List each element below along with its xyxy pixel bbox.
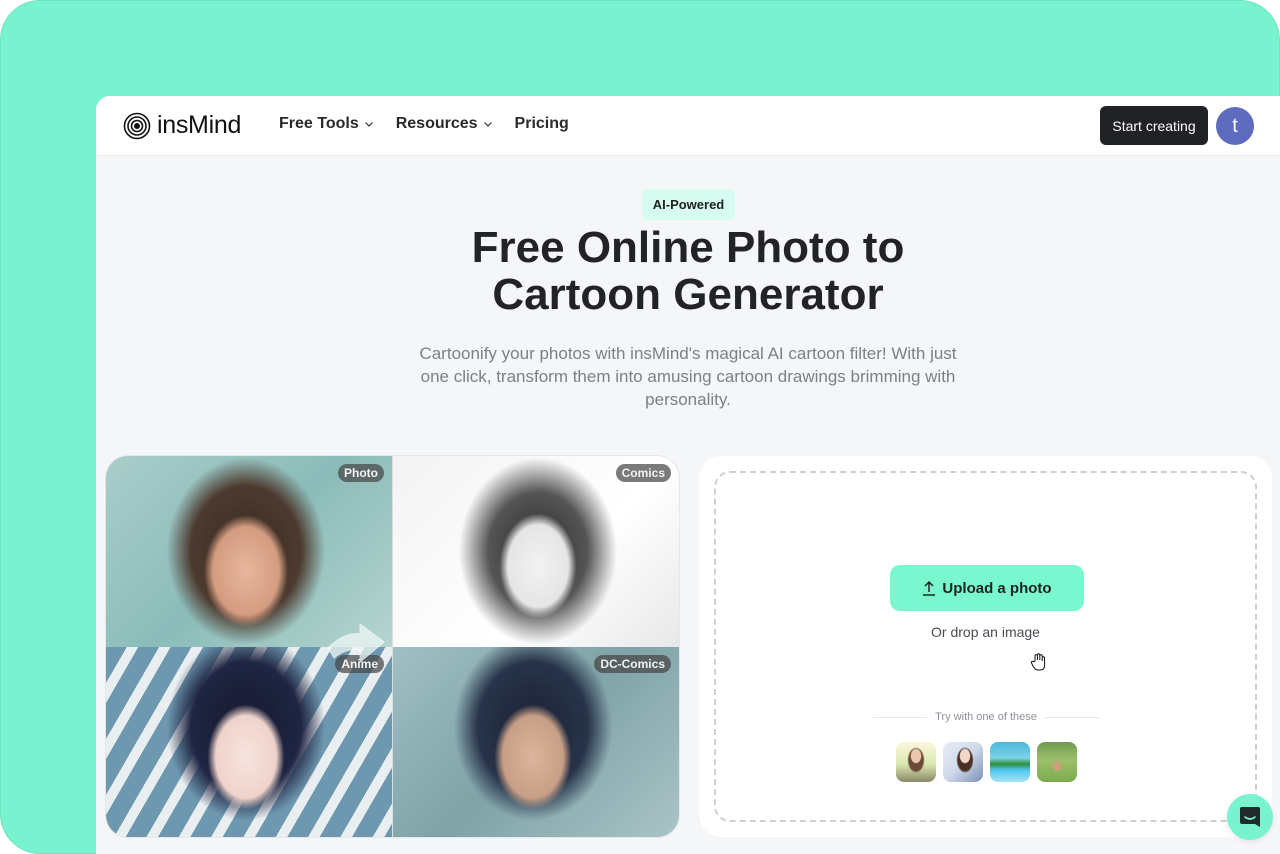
nav-resources-label: Resources	[395, 115, 478, 132]
title-line-2: Cartoon Generator	[492, 270, 884, 319]
sample-image-dog-on-grass[interactable]	[1037, 742, 1077, 782]
showcase-comics-tile: Comics	[393, 456, 679, 647]
style-showcase: Photo Comics Anime DC-Comics	[106, 456, 679, 837]
main-nav: Free Tools Resources Pricing	[279, 115, 569, 133]
drop-image-text: Or drop an image	[931, 624, 1040, 640]
showcase-anime-tile: Anime	[106, 647, 392, 837]
upload-photo-button[interactable]: Upload a photo	[890, 565, 1084, 611]
logo-text: insMind	[157, 111, 242, 139]
try-samples-row: Try with one of these	[873, 711, 1100, 723]
logo-icon	[123, 112, 151, 139]
upload-panel: Upload a photo Or drop an image Try with…	[699, 456, 1272, 837]
browser-viewport: insMind Free Tools Resources Pricing Sta…	[96, 96, 1280, 854]
sample-image-woman-in-field[interactable]	[896, 742, 936, 782]
sample-image-woman-sitting[interactable]	[943, 742, 983, 782]
tile-label: Comics	[615, 464, 671, 482]
chevron-down-icon	[364, 122, 373, 127]
tile-label: Photo	[338, 464, 384, 482]
nav-pricing[interactable]: Pricing	[515, 115, 569, 133]
site-header: insMind Free Tools Resources Pricing Sta…	[96, 96, 1280, 156]
transform-arrow-icon	[327, 623, 385, 664]
tile-label: DC-Comics	[594, 655, 671, 673]
logo[interactable]: insMind	[123, 111, 241, 140]
chevron-down-icon	[483, 122, 492, 127]
try-samples-text: Try with one of these	[935, 711, 1037, 723]
upload-icon	[923, 580, 936, 596]
page-title: Free Online Photo to Cartoon Generator	[96, 224, 1280, 318]
nav-free-tools[interactable]: Free Tools	[279, 115, 374, 133]
ai-powered-badge: AI-Powered	[642, 189, 735, 220]
sample-images	[896, 742, 1077, 782]
chat-support-button[interactable]	[1227, 794, 1273, 840]
hero-subtitle: Cartoonify your photos with insMind's ma…	[419, 344, 957, 409]
hand-cursor-icon	[1030, 653, 1046, 671]
title-line-1: Free Online Photo to	[471, 223, 905, 272]
nav-resources[interactable]: Resources	[396, 115, 493, 133]
nav-pricing-label: Pricing	[514, 115, 569, 132]
upload-photo-label: Upload a photo	[942, 579, 1052, 597]
chat-icon	[1240, 807, 1260, 827]
divider	[1044, 716, 1100, 718]
sample-image-pool-resort[interactable]	[990, 742, 1030, 782]
user-avatar[interactable]: t	[1216, 107, 1254, 145]
nav-free-tools-label: Free Tools	[279, 115, 359, 132]
showcase-dc-comics-tile: DC-Comics	[393, 647, 679, 837]
divider	[873, 716, 928, 718]
start-creating-button[interactable]: Start creating	[1100, 106, 1208, 145]
drop-zone[interactable]: Upload a photo Or drop an image Try with…	[714, 471, 1257, 822]
